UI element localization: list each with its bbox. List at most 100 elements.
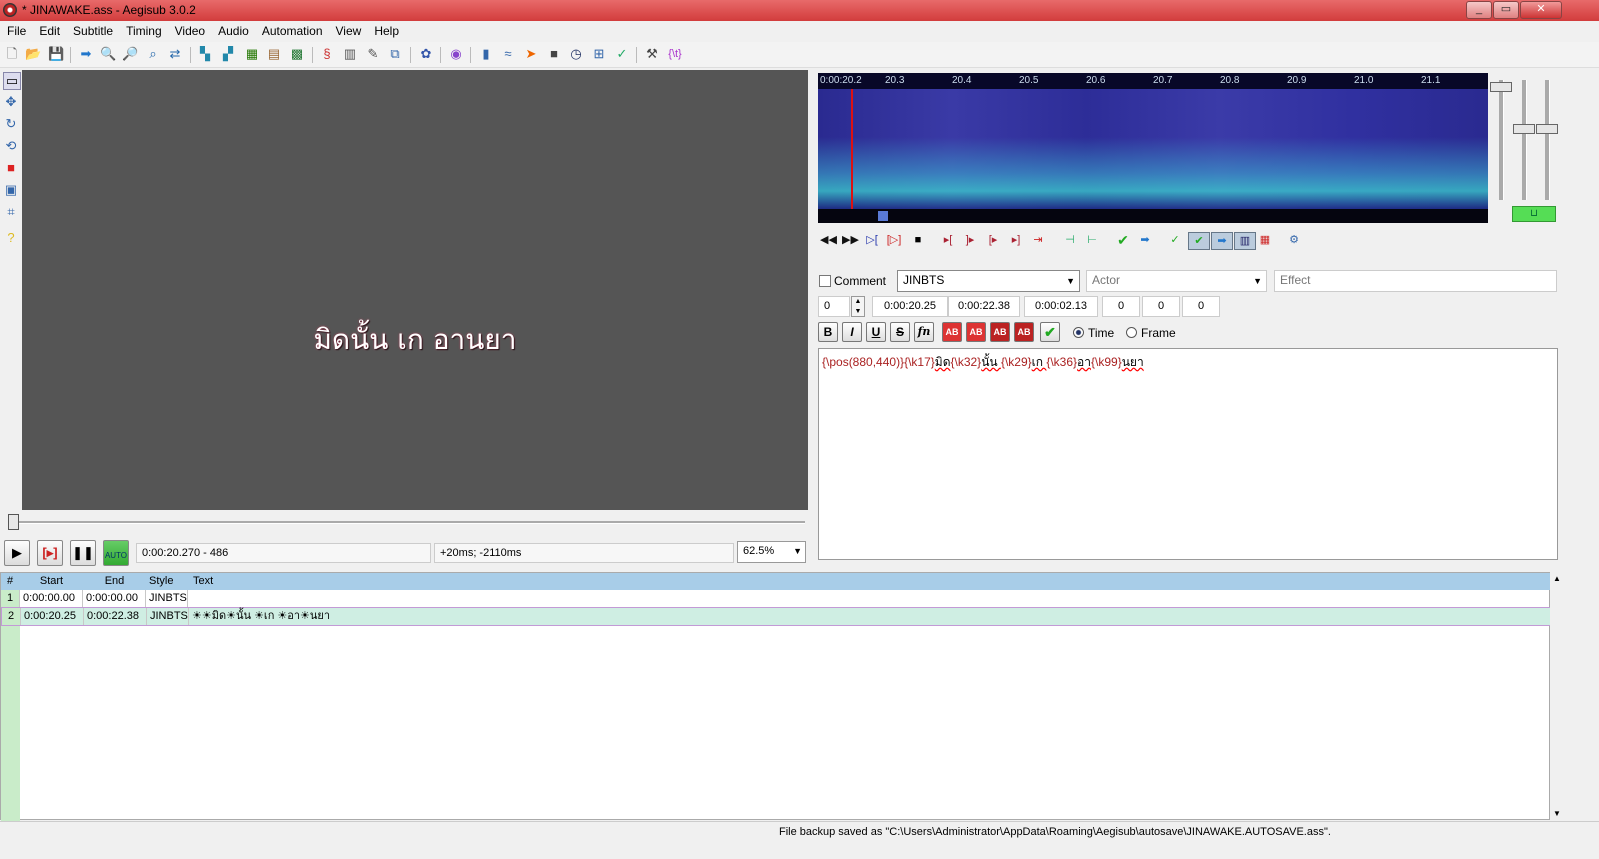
- bold-button[interactable]: B: [818, 322, 838, 342]
- play-after-start-icon[interactable]: ]▸: [962, 232, 978, 248]
- comment-checkbox[interactable]: [819, 275, 831, 287]
- frame-radio[interactable]: [1126, 327, 1137, 338]
- outline-color-button[interactable]: AB: [990, 322, 1010, 342]
- goto-icon[interactable]: ➡: [1137, 232, 1153, 248]
- audio-vertical-zoom-slider[interactable]: [1545, 80, 1550, 200]
- strikeout-button[interactable]: S: [890, 322, 910, 342]
- jump-video-icon[interactable]: ➡: [78, 46, 94, 62]
- commit-icon[interactable]: ✔: [1115, 232, 1131, 248]
- menu-subtitle[interactable]: Subtitle: [66, 21, 119, 41]
- style-select[interactable]: JINBTS ▼: [897, 270, 1080, 292]
- menu-edit[interactable]: Edit: [32, 21, 66, 41]
- clip-rect-icon[interactable]: ▣: [3, 182, 19, 198]
- margin-left-input[interactable]: 0: [1102, 296, 1140, 317]
- menu-help[interactable]: Help: [367, 21, 405, 41]
- secondary-color-button[interactable]: AB: [966, 322, 986, 342]
- link-sliders-toggle[interactable]: ⊔: [1512, 206, 1556, 222]
- menu-view[interactable]: View: [329, 21, 368, 41]
- duration-input[interactable]: 0:00:02.13: [1024, 296, 1098, 317]
- actor-input[interactable]: Actor ▼: [1086, 270, 1267, 292]
- menu-timing[interactable]: Timing: [119, 21, 168, 41]
- margin-vertical-input[interactable]: 0: [1182, 296, 1220, 317]
- options-icon[interactable]: ◉: [448, 46, 464, 62]
- automation-icon[interactable]: §: [319, 46, 335, 62]
- vector-clip-icon[interactable]: ⌗: [3, 204, 19, 220]
- auto-next-icon[interactable]: ✔: [1188, 232, 1210, 250]
- video-seek-slider[interactable]: [4, 514, 806, 530]
- play-before-end-icon[interactable]: [▸: [985, 232, 1001, 248]
- scale-tool-icon[interactable]: ■: [3, 160, 19, 176]
- help-icon[interactable]: ?: [3, 230, 19, 246]
- menu-audio[interactable]: Audio: [211, 21, 255, 41]
- lead-in-icon[interactable]: ⊣: [1062, 232, 1078, 248]
- shadow-color-button[interactable]: AB: [1014, 322, 1034, 342]
- layer-spinner[interactable]: ▲ ▼: [851, 296, 865, 317]
- header-style[interactable]: Style: [146, 573, 188, 590]
- audio-volume-thumb[interactable]: [1513, 124, 1535, 134]
- play-current-line-icon[interactable]: [▷]: [886, 232, 902, 248]
- time-radio[interactable]: [1073, 327, 1084, 338]
- start-time-input[interactable]: 0:00:20.25: [872, 296, 948, 317]
- layer-input[interactable]: 0: [818, 296, 850, 317]
- audio-options-icon[interactable]: ⚙: [1286, 232, 1302, 248]
- check-icon[interactable]: ✓: [614, 46, 630, 62]
- scroll-down-icon[interactable]: ▼: [1553, 809, 1561, 818]
- grid-vertical-scrollbar[interactable]: ▲ ▼: [1550, 572, 1566, 820]
- audio-scrollbar[interactable]: [818, 209, 1488, 223]
- video-display[interactable]: มิดนั้น เก อานยา: [22, 70, 808, 510]
- play-to-end-icon[interactable]: ⇥: [1030, 232, 1046, 248]
- audio-volume-slider[interactable]: [1522, 80, 1527, 200]
- attachments-icon[interactable]: ▦: [244, 46, 260, 62]
- select-lines-icon[interactable]: ➤: [523, 46, 539, 62]
- effect-input[interactable]: Effect: [1274, 270, 1557, 292]
- header-end[interactable]: End: [83, 573, 146, 590]
- auto-scroll-audio-icon[interactable]: ➡: [1211, 232, 1233, 250]
- styles-manager-icon[interactable]: ▚: [197, 46, 213, 62]
- fonts-collector-icon[interactable]: ▤: [266, 46, 282, 62]
- header-number[interactable]: #: [1, 573, 20, 590]
- video-zoom-select[interactable]: 62.5% ▼: [737, 541, 806, 563]
- margin-right-input[interactable]: 0: [1142, 296, 1180, 317]
- tag-icon[interactable]: {\t}: [667, 46, 683, 62]
- tools-icon[interactable]: ⚒: [644, 46, 660, 62]
- end-time-input[interactable]: 0:00:22.38: [948, 296, 1020, 317]
- open-file-icon[interactable]: 📂: [25, 46, 41, 62]
- translation-assistant-icon[interactable]: ▥: [342, 46, 358, 62]
- sort-icon[interactable]: ⊞: [591, 46, 607, 62]
- menu-automation[interactable]: Automation: [255, 21, 329, 41]
- commit-button[interactable]: ✔: [1040, 322, 1060, 342]
- auto-scroll-toggle[interactable]: AUTO: [103, 540, 129, 566]
- properties-icon[interactable]: ▞: [220, 46, 236, 62]
- rotate-xy-icon[interactable]: ⟲: [3, 138, 19, 154]
- kanji-timer-icon[interactable]: ✿: [418, 46, 434, 62]
- maximize-button[interactable]: ▭: [1493, 1, 1519, 19]
- next-line-icon[interactable]: ▶▶: [842, 232, 859, 248]
- auto-commit-icon[interactable]: ✓: [1167, 232, 1183, 248]
- lead-out-icon[interactable]: ⊢: [1084, 232, 1100, 248]
- stop-playback-icon[interactable]: ■: [910, 232, 926, 248]
- underline-button[interactable]: U: [866, 322, 886, 342]
- audio-display[interactable]: 0:00:20.2 20.3 20.4 20.5 20.6 20.7 20.8 …: [818, 73, 1488, 223]
- table-row[interactable]: 1 0:00:00.00 0:00:00.00 JINBTS: [1, 590, 1551, 608]
- header-text[interactable]: Text: [188, 573, 588, 590]
- seek-thumb[interactable]: [8, 514, 19, 530]
- spell-check-icon[interactable]: ✎: [365, 46, 381, 62]
- close-button[interactable]: ✕: [1520, 1, 1562, 19]
- replace-icon[interactable]: ⇄: [167, 46, 183, 62]
- new-file-icon[interactable]: 🗋: [4, 46, 20, 62]
- audio-vertical-zoom-thumb[interactable]: [1536, 124, 1558, 134]
- stop-icon[interactable]: ■: [546, 46, 562, 62]
- italic-button[interactable]: I: [842, 322, 862, 342]
- spectrum-mode-icon[interactable]: ▥: [1234, 232, 1256, 250]
- play-selection-icon[interactable]: ▷[: [864, 232, 880, 248]
- audio-zoom-thumb[interactable]: [1490, 82, 1512, 92]
- pause-button[interactable]: ❚❚: [70, 540, 96, 566]
- resample-icon[interactable]: ▩: [289, 46, 305, 62]
- clock-icon[interactable]: ◷: [568, 46, 584, 62]
- visual-typesetting-icon[interactable]: ≈: [500, 46, 516, 62]
- timing-post-processor-icon[interactable]: ⧉: [387, 46, 403, 62]
- audio-zoom-slider[interactable]: [1499, 80, 1504, 200]
- play-before-start-icon[interactable]: ▸[: [940, 232, 956, 248]
- save-file-icon[interactable]: 💾: [48, 46, 64, 62]
- header-start[interactable]: Start: [20, 573, 83, 590]
